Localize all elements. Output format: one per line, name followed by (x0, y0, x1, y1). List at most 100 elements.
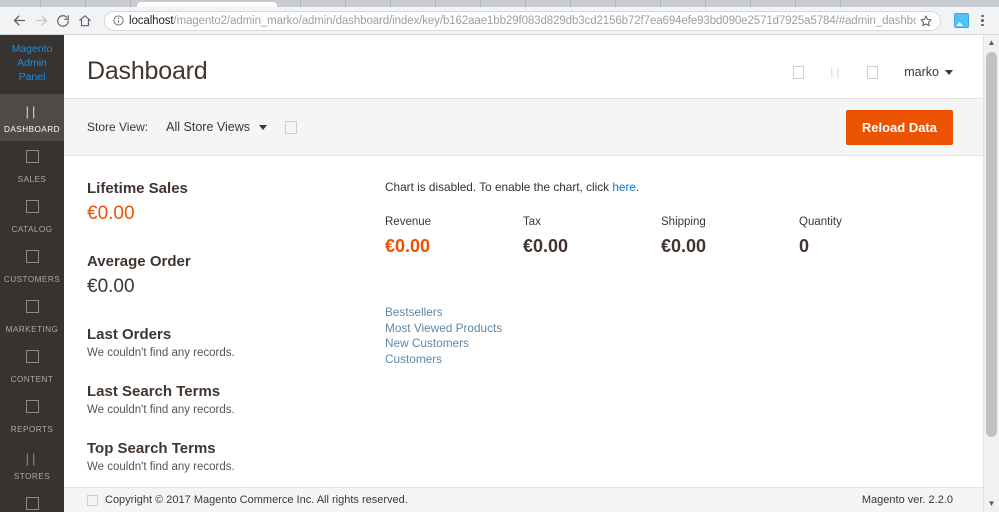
chart-disabled-message: Chart is disabled. To enable the chart, … (385, 180, 960, 194)
sidebar-item-label: REPORTS (2, 425, 62, 434)
browser-window: localhost/magento2/admin_marko/admin/das… (0, 0, 999, 512)
browser-menu-icon[interactable] (976, 15, 989, 27)
tab-divider (795, 0, 796, 7)
tab-most-viewed-products[interactable]: Most Viewed Products (385, 321, 960, 336)
tab-divider (345, 0, 346, 7)
store-switcher-bar: Store View: All Store Views Reload Data (64, 98, 983, 156)
kpi-title: Lifetime Sales (87, 180, 382, 197)
tab-divider (705, 0, 706, 7)
sidebar-item-dashboard[interactable]: || DASHBOARD (0, 94, 64, 141)
bookmark-star-icon[interactable] (920, 15, 932, 27)
store-view-select[interactable]: All Store Views (166, 120, 267, 134)
tab-divider (40, 0, 41, 7)
tab-customers[interactable]: Customers (385, 352, 960, 367)
scroll-up-arrow-icon[interactable]: ▲ (984, 35, 999, 51)
browser-tabstrip[interactable] (0, 0, 999, 7)
section-top-search-terms: Top Search Terms We couldn't find any re… (87, 440, 382, 473)
page-scrollbar[interactable]: ▲ ▼ (983, 35, 999, 512)
section-last-orders: Last Orders We couldn't find any records… (87, 326, 382, 359)
footer-copyright: Copyright © 2017 Magento Commerce Inc. A… (87, 494, 408, 506)
reload-icon[interactable] (52, 10, 74, 32)
brand-line-1: Magento (4, 42, 60, 56)
sidebar-item-label: SALES (2, 175, 62, 184)
scroll-down-arrow-icon[interactable]: ▼ (984, 496, 999, 512)
page-title: Dashboard (87, 57, 208, 86)
tab-divider (85, 0, 86, 7)
admin-tools-icon[interactable]: || (830, 66, 841, 79)
user-menu[interactable]: marko (904, 65, 953, 79)
reports-icon (26, 400, 39, 413)
sidebar-item-label: STORES (2, 472, 62, 481)
kpi-value: €0.00 (87, 276, 382, 298)
extension-icon[interactable] (954, 13, 968, 28)
footer-version: Magento ver. 2.2.0 (862, 494, 953, 506)
tab-divider (480, 0, 481, 7)
chevron-down-icon (259, 125, 267, 130)
store-switcher-group: Store View: All Store Views (87, 120, 297, 134)
tab-new-customers[interactable]: New Customers (385, 336, 960, 351)
sidebar-item-customers[interactable]: CUSTOMERS (0, 241, 64, 291)
search-icon[interactable] (867, 66, 878, 79)
sidebar-item-sales[interactable]: SALES (0, 141, 64, 191)
total-label: Revenue (385, 216, 523, 228)
sidebar-item-label: CUSTOMERS (2, 275, 62, 284)
dashboard-icon: || (26, 105, 39, 118)
tab-divider (570, 0, 571, 7)
site-info-icon[interactable] (113, 15, 124, 26)
tab-divider (660, 0, 661, 7)
section-title: Last Orders (87, 326, 382, 343)
brand-line-2: Admin Panel (4, 56, 60, 84)
sidebar-item-marketing[interactable]: MARKETING (0, 291, 64, 341)
dashboard-content: Lifetime Sales €0.00 Average Order €0.00… (64, 156, 983, 497)
kpi-title: Average Order (87, 253, 382, 270)
catalog-icon (26, 200, 39, 213)
tab-divider (130, 0, 131, 7)
tab-divider (840, 0, 841, 7)
sidebar-item-label: DASHBOARD (2, 125, 62, 134)
content-icon (26, 350, 39, 363)
url-host: localhost (129, 15, 174, 27)
sidebar-item-label: CATALOG (2, 225, 62, 234)
sidebar-item-content[interactable]: CONTENT (0, 341, 64, 391)
store-view-value: All Store Views (166, 120, 250, 134)
total-label: Tax (523, 216, 661, 228)
dashboard-right-column: Chart is disabled. To enable the chart, … (382, 180, 960, 497)
home-icon[interactable] (74, 10, 96, 32)
chevron-down-icon (945, 70, 953, 75)
forward-arrow-icon[interactable] (30, 10, 52, 32)
section-empty-message: We couldn't find any records. (87, 404, 382, 416)
help-placeholder-icon[interactable] (285, 121, 297, 134)
section-empty-message: We couldn't find any records. (87, 461, 382, 473)
kpi-value: €0.00 (87, 203, 382, 225)
section-empty-message: We couldn't find any records. (87, 347, 382, 359)
page-viewport: Magento Admin Panel || DASHBOARD SALES C… (0, 35, 999, 512)
total-tax: Tax €0.00 (523, 216, 661, 257)
stores-icon: || (26, 452, 39, 465)
sidebar-item-label: CONTENT (2, 375, 62, 384)
notifications-icon[interactable] (793, 66, 804, 79)
back-arrow-icon[interactable] (8, 10, 30, 32)
sidebar-item-catalog[interactable]: CATALOG (0, 191, 64, 241)
sidebar-item-reports[interactable]: REPORTS (0, 391, 64, 441)
url-path: /magento2/admin_marko/admin/dashboard/in… (174, 15, 917, 27)
tab-divider (300, 0, 301, 7)
address-bar[interactable]: localhost/magento2/admin_marko/admin/das… (104, 11, 941, 31)
section-title: Last Search Terms (87, 383, 382, 400)
chart-message-prefix: Chart is disabled. To enable the chart, … (385, 180, 612, 194)
page-header: Dashboard || marko (64, 35, 983, 98)
sidebar-item-stores[interactable]: || STORES (0, 441, 64, 488)
scrollbar-thumb[interactable] (986, 52, 997, 437)
tab-divider (435, 0, 436, 7)
enable-chart-link[interactable]: here (612, 180, 636, 194)
active-browser-tab[interactable] (137, 2, 277, 7)
total-value: 0 (799, 236, 937, 257)
admin-sidebar: Magento Admin Panel || DASHBOARD SALES C… (0, 35, 64, 512)
tab-divider (390, 0, 391, 7)
reload-data-button[interactable]: Reload Data (846, 110, 953, 145)
header-actions: || marko (793, 57, 953, 79)
system-icon (26, 497, 39, 510)
sidebar-item-system[interactable]: SYSTEM (0, 488, 64, 512)
tab-bestsellers[interactable]: Bestsellers (385, 305, 960, 320)
total-label: Quantity (799, 216, 937, 228)
browser-toolbar: localhost/magento2/admin_marko/admin/das… (0, 7, 999, 35)
